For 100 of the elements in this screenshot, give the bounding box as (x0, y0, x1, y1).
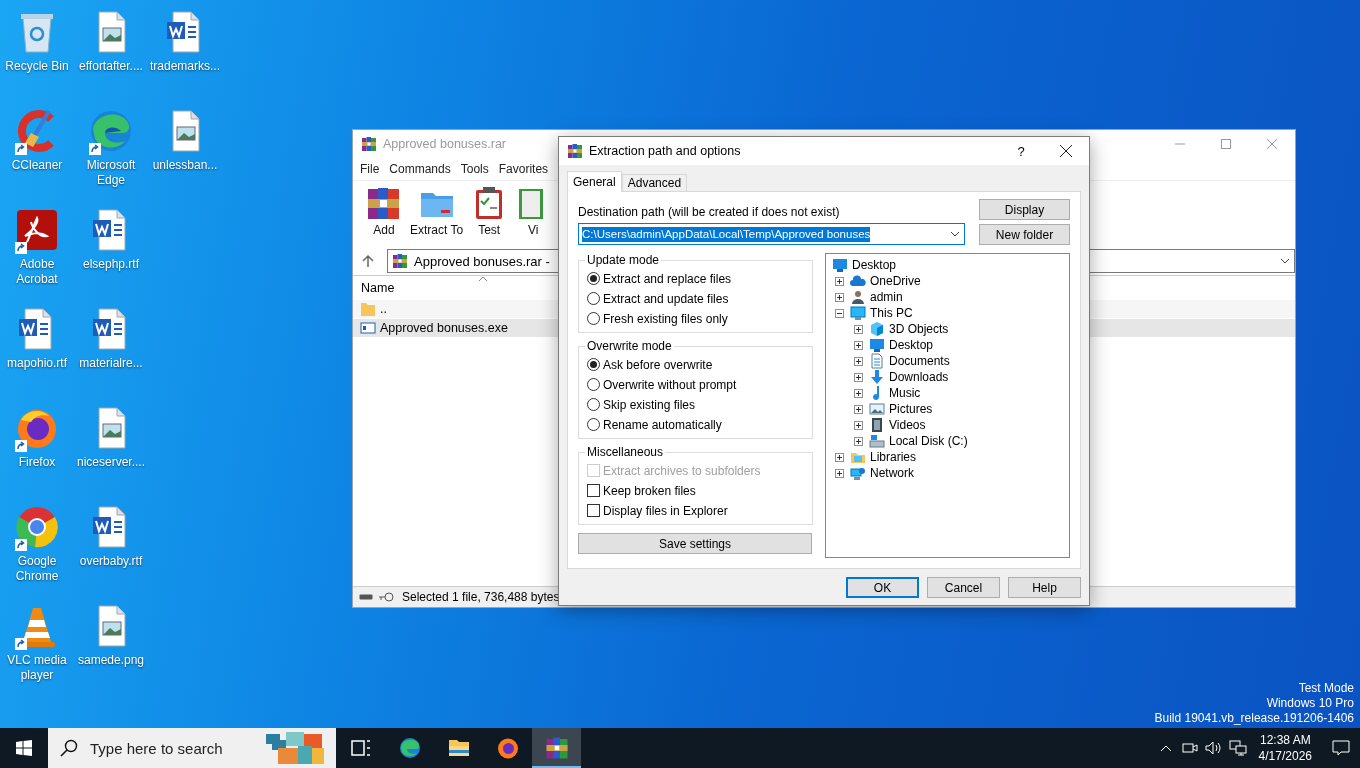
expand-toggle[interactable] (835, 308, 844, 318)
radio-option[interactable]: Fresh existing files only (587, 309, 804, 328)
tree-item[interactable]: Network (870, 466, 914, 480)
column-header[interactable]: Name (361, 281, 395, 295)
dialog-button[interactable]: OK (846, 577, 919, 598)
expand-toggle[interactable] (854, 372, 863, 382)
cube-icon (869, 321, 885, 337)
radio-option[interactable]: Rename automatically (587, 415, 804, 434)
radio-option[interactable]: Overwrite without prompt (587, 375, 804, 394)
tree-item[interactable]: Pictures (889, 402, 933, 416)
path-field[interactable]: C:\Users\admin\AppData\Local\Temp\Approved bonuses (578, 223, 965, 245)
system-notice: Test Mode (1298, 681, 1354, 696)
radio-circle[interactable] (587, 378, 600, 391)
folder-icon (360, 301, 376, 317)
push-button[interactable]: Display (979, 199, 1070, 220)
dialog-button[interactable]: Cancel (927, 577, 1000, 598)
expand-toggle[interactable] (835, 452, 844, 462)
expand-toggle[interactable] (835, 292, 844, 302)
plus-icon (855, 405, 862, 413)
tree-item[interactable]: Desktop (889, 338, 934, 352)
toolbar-button[interactable]: Add (363, 185, 405, 243)
clock[interactable]: 12:38 AM 4/17/2026 (1258, 732, 1312, 764)
menu-item[interactable]: File (360, 162, 380, 176)
checkbox-option[interactable]: Keep broken files (587, 481, 804, 500)
radio-option[interactable]: Extract and update files (587, 289, 804, 308)
radio-option[interactable]: Skip existing files (587, 395, 804, 414)
window-title: Approved bonuses.rar (383, 137, 506, 151)
key-icon (378, 592, 394, 602)
archive-books-icon (361, 136, 377, 152)
save-settings-button[interactable]: Save settings (578, 533, 812, 554)
archive-books-icon (392, 253, 408, 269)
tab[interactable]: General (567, 171, 622, 192)
tree-item[interactable]: 3D Objects (889, 322, 949, 336)
plus-icon (855, 437, 862, 445)
windows-logo-icon (16, 740, 32, 756)
close-icon (1060, 145, 1072, 157)
expand-toggle[interactable] (854, 324, 863, 334)
tree-item[interactable]: Videos (889, 418, 926, 432)
radio-circle[interactable] (587, 358, 600, 371)
download-icon (869, 369, 885, 385)
toolbar-button[interactable]: Vi (512, 185, 555, 243)
help-button[interactable]: ? (999, 137, 1043, 165)
archive-books-icon (567, 143, 583, 159)
plus-icon (855, 373, 862, 381)
maximize-icon (1221, 139, 1231, 149)
expand-toggle[interactable] (854, 388, 863, 398)
plus-icon (855, 325, 862, 333)
checkbox[interactable] (587, 484, 600, 497)
tree-item[interactable]: Local Disk (C:) (889, 434, 968, 448)
search-icon (60, 739, 78, 757)
tab[interactable]: Advanced (621, 174, 688, 191)
tree-item[interactable]: Downloads (889, 370, 949, 384)
tree-item[interactable]: Music (889, 386, 921, 400)
menu-item[interactable]: Tools (460, 162, 489, 176)
plus-icon (836, 453, 843, 461)
checkbox[interactable] (587, 504, 600, 517)
checkbox-option[interactable]: Display files in Explorer (587, 501, 804, 520)
radio-circle[interactable] (587, 418, 600, 431)
radio-option[interactable]: Ask before overwrite (587, 355, 804, 374)
plus-icon (836, 277, 843, 285)
film-icon (869, 417, 885, 433)
radio-circle[interactable] (587, 398, 600, 411)
computer-icon (850, 305, 866, 321)
tree-item[interactable]: OneDrive (870, 274, 921, 288)
field-label: Destination path (will be created if does not exist) (578, 205, 841, 219)
system-notice: Windows 10 Pro (1266, 696, 1354, 711)
expand-toggle[interactable] (854, 436, 863, 446)
expand-toggle[interactable] (854, 404, 863, 414)
group-title: Overwrite mode (586, 339, 673, 353)
expand-toggle[interactable] (854, 420, 863, 430)
status-text: Selected 1 file, 736,488 bytes (402, 590, 560, 604)
toolbar-button[interactable]: Extract To (407, 185, 467, 243)
browser-icon[interactable] (495, 736, 520, 760)
group-title: Update mode (586, 253, 661, 267)
document-icon (869, 353, 885, 369)
toolbar-button[interactable]: Test (468, 185, 511, 243)
expand-toggle[interactable] (835, 276, 844, 286)
search-field[interactable]: Type here to search (88, 738, 262, 758)
tree-item[interactable]: Documents (889, 354, 950, 368)
radio-circle[interactable] (587, 312, 600, 325)
browser-icon[interactable] (397, 736, 422, 760)
tree-item[interactable]: This PC (870, 306, 913, 320)
expand-toggle[interactable] (835, 468, 844, 478)
dialog-button[interactable]: Help (1008, 577, 1081, 598)
radio-option[interactable]: Extract and replace files (587, 269, 804, 288)
expand-toggle[interactable] (854, 356, 863, 366)
cloud-icon (850, 273, 866, 289)
menu-item[interactable]: Favorites (498, 162, 549, 176)
expand-toggle[interactable] (854, 340, 863, 350)
push-button[interactable]: New folder (979, 224, 1070, 245)
tree-item[interactable]: Desktop (852, 258, 897, 272)
system-notice: Build 19041.vb_release.191206-1406 (1154, 711, 1354, 726)
menu-item[interactable]: Commands (389, 162, 451, 176)
radio-circle[interactable] (587, 292, 600, 305)
radio-circle[interactable] (587, 272, 600, 285)
tree-item[interactable]: Libraries (870, 450, 917, 464)
tree-item[interactable]: admin (870, 290, 903, 304)
up-arrow-icon[interactable] (361, 254, 375, 268)
search-box[interactable]: Type here to search (48, 728, 336, 768)
network-icon (850, 465, 866, 481)
